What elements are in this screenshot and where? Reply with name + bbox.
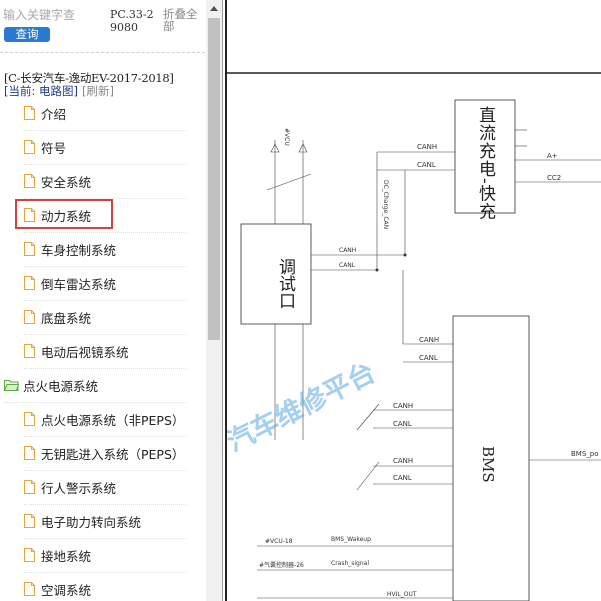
- tree-item-label: 无钥匙进入系统（PEPS）: [41, 446, 185, 462]
- wiring-diagram-canvas: 直流充电-快充 A+ CC2 CANH CANL DC_Charge_CAN 调…: [227, 72, 601, 601]
- pc-code: PC.33-29080: [110, 8, 154, 34]
- airbag-26-label: #气囊控制器-26: [259, 561, 304, 569]
- document-icon: [24, 446, 35, 460]
- collapse-all-button[interactable]: 折叠全部: [163, 8, 205, 32]
- tree-item[interactable]: 无钥匙进入系统（PEPS）: [24, 438, 186, 471]
- hvil-out-label: HVIL_OUT: [387, 591, 417, 598]
- tree-item[interactable]: 电动后视镜系统: [24, 336, 186, 369]
- divider: [0, 52, 205, 53]
- crash-signal-label: Crash_signal: [331, 560, 369, 567]
- tree-item-label: 安全系统: [41, 174, 92, 190]
- bms-po-label: BMS_po: [571, 450, 599, 458]
- a-plus-label: A+: [547, 152, 558, 160]
- tree-row-divider: [24, 538, 186, 539]
- tree-item[interactable]: 安全系统: [24, 166, 186, 199]
- tree-row-divider: [24, 300, 186, 301]
- vcu-label: #VCU: [283, 128, 290, 146]
- tree-row-divider: [4, 402, 186, 403]
- document-icon: [24, 480, 35, 494]
- document-icon: [24, 310, 35, 324]
- tree-folder[interactable]: 点火电源系统: [4, 370, 186, 403]
- tree-item[interactable]: 点火电源系统（非PEPS）: [24, 404, 186, 437]
- refresh-link[interactable]: [刷新]: [82, 84, 114, 98]
- tree-item[interactable]: 接地系统: [24, 540, 186, 573]
- tree-row-divider: [24, 266, 186, 267]
- tree-row-divider: [24, 164, 186, 165]
- folder-open-icon: [4, 380, 19, 391]
- dc-charger-label: 直流充电-快充: [475, 106, 496, 221]
- tree-item[interactable]: 介绍: [24, 98, 186, 131]
- canh-label-4: CANH: [393, 402, 413, 410]
- tree-panel: 查询 PC.33-29080 折叠全部 [C-长安汽车-逸动EV-2017-20…: [0, 0, 208, 601]
- scroll-thumb[interactable]: [208, 18, 220, 340]
- document-icon: [24, 548, 35, 562]
- canh-label-5: CANH: [393, 457, 413, 465]
- tree-item-label: 符号: [41, 140, 67, 156]
- tree-item[interactable]: 符号: [24, 132, 186, 165]
- document-icon: [24, 242, 35, 256]
- tree-row-divider: [24, 504, 186, 505]
- document-icon: [24, 174, 35, 188]
- tree-row-divider: [24, 436, 186, 437]
- tree-item-label: 介绍: [41, 106, 67, 122]
- tree-item-label: 空调系统: [41, 582, 92, 598]
- tree-item-label: 点火电源系统: [23, 378, 99, 394]
- dc-charge-can-label: DC_Charge_CAN: [382, 180, 389, 229]
- tree-item-label: 底盘系统: [41, 310, 92, 326]
- tree-item[interactable]: 行人警示系统: [24, 472, 186, 505]
- canh-label-2: CANH: [339, 247, 356, 254]
- canh-label-3: CANH: [419, 336, 439, 344]
- document-icon: [24, 412, 35, 426]
- tree-row-divider: [24, 334, 186, 335]
- tree-item[interactable]: 底盘系统: [24, 302, 186, 335]
- tree-row-divider: [24, 470, 186, 471]
- canl-label-2: CANL: [339, 262, 356, 269]
- document-icon: [24, 344, 35, 358]
- search-input[interactable]: [3, 4, 105, 26]
- canh-label-1: CANH: [417, 143, 437, 151]
- watermark-text: 汽车维修平台: [227, 356, 381, 458]
- tree-row-divider: [24, 368, 186, 369]
- tree-item-label: 接地系统: [41, 548, 92, 564]
- document-icon: [24, 582, 35, 596]
- wiring-diagram: 直流充电-快充 A+ CC2 CANH CANL DC_Charge_CAN 调…: [227, 0, 601, 601]
- tree-row-divider: [24, 232, 186, 233]
- document-icon: [24, 140, 35, 154]
- scrollbar[interactable]: [206, 0, 222, 601]
- tree-item[interactable]: 倒车雷达系统: [24, 268, 186, 301]
- bms-label: BMS: [479, 446, 497, 483]
- canl-label-5: CANL: [393, 474, 412, 482]
- canl-label-1: CANL: [417, 161, 436, 169]
- bms-wakeup-label: BMS_Wakeup: [331, 536, 371, 543]
- tree-item-label: 电子助力转向系统: [41, 514, 142, 530]
- canl-label-3: CANL: [419, 354, 438, 362]
- tree-item[interactable]: 空调系统: [24, 574, 186, 601]
- tree-item-label: 行人警示系统: [41, 480, 117, 496]
- tree-item-label: 电动后视镜系统: [41, 344, 129, 360]
- tree-item[interactable]: 电子助力转向系统: [24, 506, 186, 539]
- tree-item-label: 车身控制系统: [41, 242, 117, 258]
- document-icon: [24, 514, 35, 528]
- debug-port-label: 调试口: [275, 258, 296, 309]
- tree-item-label: 倒车雷达系统: [41, 276, 117, 292]
- tree-item-label: 点火电源系统（非PEPS）: [41, 412, 185, 428]
- scroll-up-arrow-icon[interactable]: [206, 0, 222, 16]
- tree-row-divider: [24, 572, 186, 573]
- search-button[interactable]: 查询: [4, 27, 50, 42]
- selected-highlight: [15, 199, 113, 229]
- vcu-18-label: #VCU-18: [265, 538, 293, 545]
- current-label: [当前: 电路图]: [4, 84, 79, 98]
- tree-row-divider: [24, 130, 186, 131]
- document-icon: [24, 276, 35, 290]
- current-location: [当前: 电路图] [刷新]: [4, 83, 114, 99]
- document-icon: [24, 106, 35, 120]
- canl-label-4: CANL: [393, 420, 412, 428]
- cc2-label: CC2: [547, 174, 561, 182]
- tree-item[interactable]: 车身控制系统: [24, 234, 186, 267]
